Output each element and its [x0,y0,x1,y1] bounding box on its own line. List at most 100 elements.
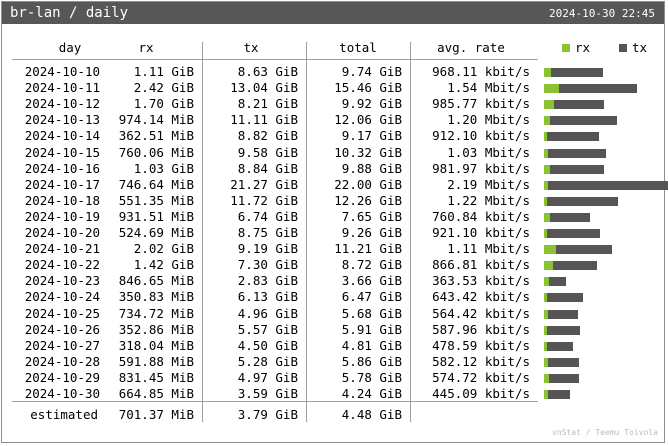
cell-rx: 318.04 MiB [118,337,194,353]
cell-tx: 8.75 GiB [237,225,298,240]
cell-rx: 1.70 GiB [133,96,194,112]
header-total: total [339,40,377,55]
cell-avg-rate: 1.22 Mbit/s [447,192,530,208]
estimated-tx: 3.79 GiB [237,407,298,422]
cell-day: 2024-10-28 [24,353,100,369]
cell-tx: 4.96 GiB [237,305,298,321]
cell-avg-rate: 643.42 kbit/s [432,289,530,305]
cell-avg-rate: 574.72 kbit/s [432,369,530,385]
cell-total: 11.21 GiB [334,241,402,257]
column-divider [306,42,307,422]
estimated-total: 4.48 GiB [341,407,402,422]
cell-total: 10.32 GiB [334,144,402,160]
cell-rx: 846.65 MiB [118,273,194,289]
cell-day: 2024-10-17 [24,176,100,192]
tx-bar [549,374,579,383]
cell-rx: 734.72 MiB [118,305,194,321]
cell-avg-rate: 866.81 kbit/s [432,257,530,273]
cell-total: 3.66 GiB [341,273,402,289]
cell-day: 2024-10-19 [24,208,100,224]
tx-bar [547,326,580,335]
cell-avg-rate: 985.77 kbit/s [432,96,530,112]
header-avg-rate: avg. rate [437,40,505,55]
cell-rx: 551.35 MiB [118,192,194,208]
header-rx: rx [138,40,154,55]
tx-bar [548,358,579,367]
cell-tx: 7.30 GiB [237,257,298,273]
cell-total: 5.78 GiB [341,369,402,385]
cell-day: 2024-10-25 [24,305,100,321]
tx-bar [553,261,597,270]
cell-tx: 21.27 GiB [230,176,298,192]
cell-total: 5.68 GiB [341,305,402,321]
cell-rx: 2.42 GiB [133,80,194,96]
legend-tx-swatch [619,44,627,52]
header-tx: tx [243,40,259,55]
cell-day: 2024-10-15 [24,144,100,160]
rx-bar [544,100,554,109]
cell-avg-rate: 1.11 Mbit/s [447,241,530,257]
rx-bar [544,261,553,270]
cell-total: 9.88 GiB [341,160,402,176]
cell-day: 2024-10-10 [24,64,100,79]
cell-tx: 6.13 GiB [237,289,298,305]
cell-avg-rate: 1.03 Mbit/s [447,144,530,160]
cell-total: 15.46 GiB [334,80,402,96]
column-divider [202,42,203,422]
cell-total: 7.65 GiB [341,208,402,224]
header-day: day [58,40,82,55]
cell-rx: 350.83 MiB [118,289,194,305]
legend-tx-label: tx [632,40,648,55]
cell-avg-rate: 582.12 kbit/s [432,353,530,369]
tx-bar [547,342,573,351]
cell-tx: 8.63 GiB [237,64,298,79]
tx-bar [547,197,618,206]
cell-tx: 3.59 GiB [237,386,298,401]
tx-bar [548,310,578,319]
cell-day: 2024-10-21 [24,241,100,257]
cell-tx: 9.19 GiB [237,241,298,257]
cell-rx: 931.51 MiB [118,208,194,224]
tx-bar [547,229,600,238]
cell-rx: 974.14 MiB [118,112,194,128]
tx-bar [550,116,617,125]
cell-rx: 760.06 MiB [118,144,194,160]
cell-total: 9.92 GiB [341,96,402,112]
estimated-label: estimated [30,407,98,422]
cell-avg-rate: 478.59 kbit/s [432,337,530,353]
tx-bar [548,149,606,158]
cell-avg-rate: 1.20 Mbit/s [447,112,530,128]
cell-day: 2024-10-23 [24,273,100,289]
cell-avg-rate: 968.11 kbit/s [432,64,530,79]
cell-rx: 1.11 GiB [133,64,194,79]
tx-bar [548,181,668,190]
cell-day: 2024-10-13 [24,112,100,128]
cell-total: 5.86 GiB [341,353,402,369]
cell-total: 4.81 GiB [341,337,402,353]
cell-day: 2024-10-30 [24,386,100,401]
cell-day: 2024-10-29 [24,369,100,385]
cell-tx: 4.97 GiB [237,369,298,385]
cell-day: 2024-10-20 [24,225,100,240]
cell-rx: 2.02 GiB [133,241,194,257]
cell-tx: 6.74 GiB [237,208,298,224]
cell-avg-rate: 445.09 kbit/s [432,386,530,401]
cell-total: 12.26 GiB [334,192,402,208]
rx-bar [544,68,551,77]
cell-tx: 8.21 GiB [237,96,298,112]
cell-total: 12.06 GiB [334,112,402,128]
tx-bar [551,68,603,77]
cell-avg-rate: 564.42 kbit/s [432,305,530,321]
vnstat-credit: vnStat / Teemu Toivola [552,428,658,437]
cell-rx: 746.64 MiB [118,176,194,192]
cell-tx: 11.11 GiB [230,112,298,128]
cell-total: 8.72 GiB [341,257,402,273]
header-separator [12,59,538,60]
cell-rx: 524.69 MiB [118,225,194,240]
rx-bar [544,84,559,93]
estimated-separator [12,401,538,402]
cell-total: 5.91 GiB [341,321,402,337]
cell-avg-rate: 981.97 kbit/s [432,160,530,176]
cell-total: 9.74 GiB [341,64,402,79]
cell-day: 2024-10-11 [24,80,100,96]
